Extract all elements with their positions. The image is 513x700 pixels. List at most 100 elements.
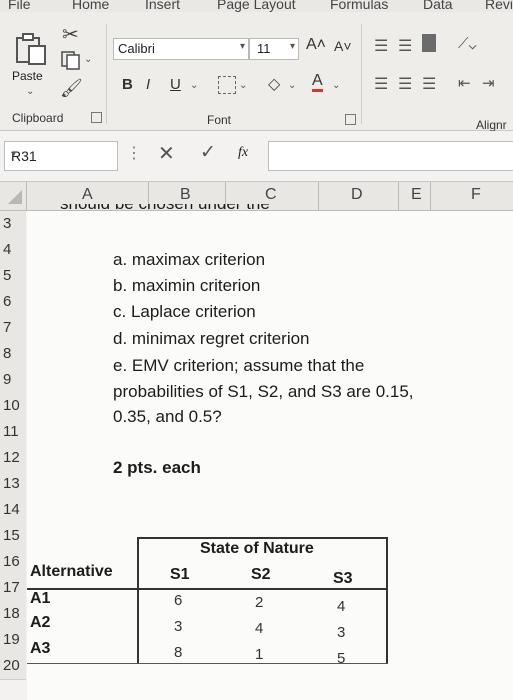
row-header-13[interactable]: 13 (0, 471, 26, 498)
font-size-select[interactable]: 11 ▾ (249, 38, 299, 60)
align-middle-icon[interactable]: ☰ (398, 36, 412, 56)
row-header-11[interactable]: 11 (0, 419, 26, 446)
tab-formulas[interactable]: Formulas (330, 0, 388, 12)
increase-indent-icon[interactable]: ⇥ (482, 74, 495, 92)
align-center-icon[interactable]: ☰ (398, 74, 412, 94)
row-number: 13 (3, 475, 20, 492)
row-header-19[interactable]: 19 (0, 627, 26, 654)
copy-icon[interactable] (60, 50, 84, 70)
insert-function-button[interactable]: fx (238, 145, 248, 161)
row-header-12[interactable]: 12 (0, 445, 26, 472)
cancel-icon[interactable]: ✕ (158, 141, 175, 166)
border-icon[interactable] (218, 76, 236, 94)
row-number: 7 (3, 319, 12, 336)
underline-button[interactable]: U (170, 76, 181, 93)
column-header-e[interactable]: E (411, 186, 422, 204)
column-header-b[interactable]: B (180, 186, 191, 204)
formula-input[interactable] (268, 141, 513, 171)
align-right-icon[interactable]: ☰ (422, 74, 436, 94)
align-top-icon[interactable]: ☰ (374, 36, 388, 56)
payoff-cell: 3 (337, 624, 346, 641)
dialog-launcher-icon[interactable] (91, 112, 102, 123)
row-number: 3 (3, 215, 12, 232)
row-header-10[interactable]: 10 (0, 393, 26, 420)
row-header-3[interactable]: 3 (0, 211, 26, 238)
alternative-a2: A2 (30, 614, 51, 631)
clipboard-group-label: Clipboard (12, 111, 64, 125)
question-item: d. minimax regret criterion (113, 329, 310, 348)
row-number: 18 (3, 605, 20, 622)
paste-button[interactable]: Paste ⌄ (8, 30, 54, 110)
format-painter-icon[interactable]: 🖌 (60, 78, 83, 99)
select-all-button[interactable] (8, 190, 22, 204)
state-header-s1: S1 (170, 566, 190, 583)
clipboard-icon (16, 33, 46, 65)
row-header-7[interactable]: 7 (0, 315, 26, 342)
chevron-down-icon[interactable]: ⌄ (332, 80, 340, 91)
column-header-d[interactable]: D (351, 186, 363, 204)
name-box[interactable]: R31 ▾ (4, 141, 118, 171)
row-number: 15 (3, 527, 20, 544)
tab-review[interactable]: Revi (485, 0, 513, 12)
clipped-text: should be chosen under the (60, 204, 320, 214)
row-header-20[interactable]: 20 (0, 653, 26, 680)
chevron-down-icon[interactable]: ⌄ (84, 54, 92, 65)
more-options-icon[interactable]: ⋮ (126, 143, 142, 163)
tab-insert[interactable]: Insert (145, 0, 180, 12)
align-bottom-icon[interactable] (422, 34, 436, 52)
align-left-icon[interactable]: ☰ (374, 74, 388, 94)
bold-button[interactable]: B (122, 76, 133, 93)
row-header-6[interactable]: 6 (0, 289, 26, 316)
grow-font-icon[interactable]: A˄ (306, 36, 326, 54)
row-header-8[interactable]: 8 (0, 341, 26, 368)
chevron-down-icon[interactable]: ⌄ (288, 80, 296, 91)
payoff-cell: 2 (255, 594, 264, 611)
ribbon: Paste ⌄ ✂ ⌄ 🖌 Clipboard Calibri ▾ 11 ▾ A… (0, 12, 513, 132)
row-header-16[interactable]: 16 (0, 549, 26, 576)
font-color-icon[interactable]: A (312, 72, 323, 92)
row-header-14[interactable]: 14 (0, 497, 26, 524)
row-header-17[interactable]: 17 (0, 575, 26, 602)
row-number: 6 (3, 293, 12, 310)
group-divider (106, 24, 107, 124)
italic-button[interactable]: I (146, 76, 150, 93)
row-number: 14 (3, 501, 20, 518)
group-divider (361, 24, 362, 124)
tab-file[interactable]: File (8, 0, 31, 12)
row-number: 5 (3, 267, 12, 284)
orientation-icon[interactable]: ⟋⌄ (458, 35, 477, 52)
chevron-down-icon[interactable]: ⌄ (190, 80, 198, 91)
shrink-font-icon[interactable]: A˅ (334, 38, 352, 54)
row-number: 10 (3, 397, 20, 414)
row-header-15[interactable]: 15 (0, 523, 26, 550)
decrease-indent-icon[interactable]: ⇤ (458, 74, 471, 92)
tab-data[interactable]: Data (423, 0, 453, 12)
dialog-launcher-icon[interactable] (345, 114, 356, 125)
tab-home[interactable]: Home (72, 0, 109, 12)
alternative-header: Alternative (30, 563, 113, 580)
cut-icon[interactable]: ✂ (62, 22, 79, 47)
fill-color-icon[interactable]: ◇ (268, 74, 280, 94)
row-number: 4 (3, 241, 12, 258)
row-number: 20 (3, 657, 20, 674)
row-header-5[interactable]: 5 (0, 263, 26, 290)
paste-label: Paste (12, 69, 43, 83)
payoff-cell: 6 (174, 592, 183, 609)
row-number: 9 (3, 371, 12, 388)
payoff-cell: 4 (337, 598, 346, 615)
row-header-18[interactable]: 18 (0, 601, 26, 628)
column-header-c[interactable]: C (265, 186, 277, 204)
row-header-4[interactable]: 4 (0, 237, 26, 264)
tab-page-layout[interactable]: Page Layout (217, 0, 296, 12)
alternative-a3: A3 (30, 640, 51, 657)
font-name-select[interactable]: Calibri ▾ (113, 38, 249, 60)
row-number: 16 (3, 553, 20, 570)
column-header-a[interactable]: A (82, 186, 93, 204)
row-header-9[interactable]: 9 (0, 367, 26, 394)
state-header-s3: S3 (333, 570, 353, 587)
chevron-down-icon[interactable]: ⌄ (239, 80, 247, 91)
enter-icon[interactable]: ✓ (200, 141, 216, 164)
worksheet[interactable] (27, 211, 513, 700)
column-header-f[interactable]: F (471, 186, 481, 204)
font-group-label: Font (207, 113, 232, 127)
